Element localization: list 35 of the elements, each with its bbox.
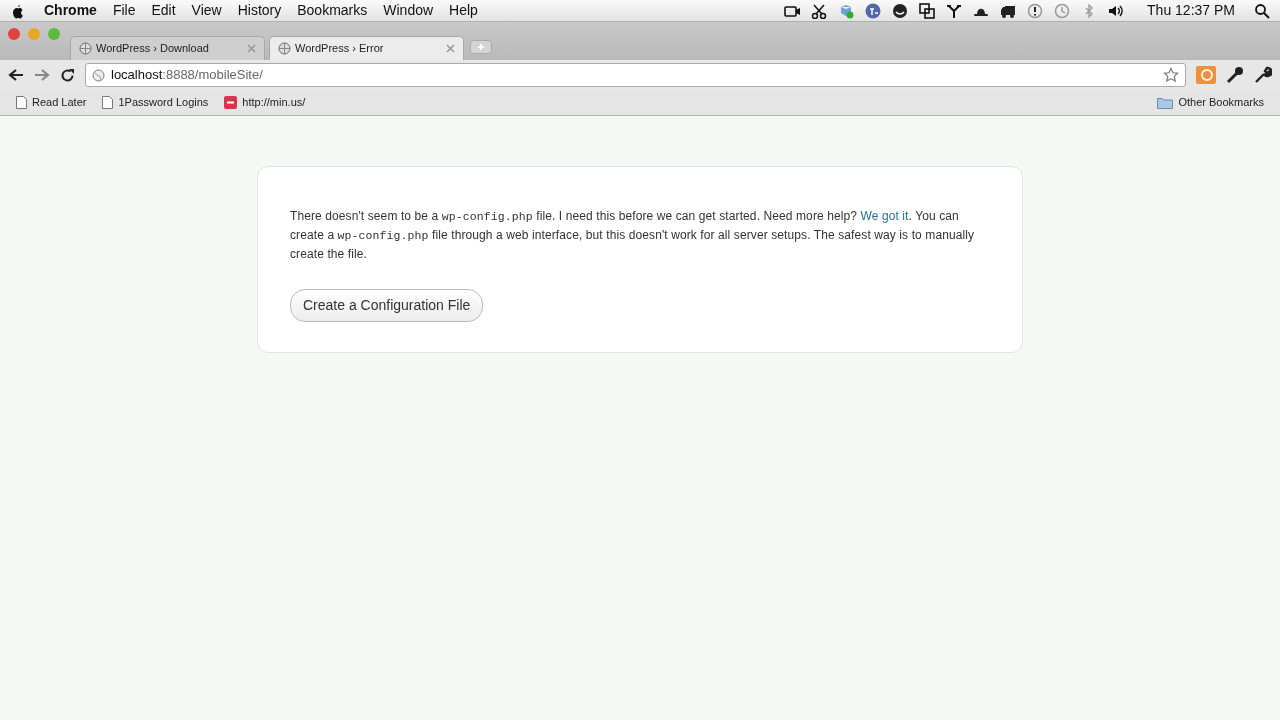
menu-item[interactable]: Help (441, 0, 486, 21)
error-message: There doesn't seem to be a wp-config.php file. I need this before we can get started. Need more help? We got it. You can create a wp-config.php file through a web interface, but this doesn't work for all server setups. The safest way is to manually create the file. (290, 208, 976, 263)
url-text: localhost:8888/mobileSite/ (111, 66, 263, 85)
back-arrow-icon[interactable] (8, 68, 24, 82)
scissors-icon[interactable] (811, 2, 828, 19)
address-bar[interactable]: localhost:8888/mobileSite/ (85, 63, 1186, 87)
browser-tab[interactable]: WordPress › Error (269, 36, 464, 60)
app-menu[interactable]: Chrome (36, 0, 105, 21)
alert-sync-icon[interactable] (1027, 2, 1044, 19)
forward-arrow-icon[interactable] (34, 68, 50, 82)
clock-text[interactable]: Thu 12:37 PM (1139, 0, 1243, 21)
minus-square-icon (224, 96, 238, 109)
menu-item[interactable]: Edit (143, 0, 184, 21)
tab-title: WordPress › Download (96, 41, 209, 57)
reload-icon[interactable] (60, 67, 75, 83)
bookmark-link[interactable]: http://min.us/ (216, 94, 314, 111)
menu-item[interactable]: Window (375, 0, 442, 21)
help-link[interactable]: We got it (860, 209, 909, 223)
menu-item[interactable]: File (104, 0, 144, 21)
bookmark-link[interactable]: 1Password Logins (94, 94, 217, 111)
page-icon (102, 96, 114, 109)
page-icon (16, 96, 27, 109)
browser-tab[interactable]: WordPress › Download (70, 36, 265, 60)
star-icon[interactable] (1163, 67, 1179, 83)
folder-icon (1157, 96, 1174, 109)
bookmark-link[interactable]: Read Later (8, 94, 95, 111)
search-icon[interactable] (1254, 2, 1270, 19)
create-config-button[interactable]: Create a Configuration File (290, 289, 484, 322)
key-icon[interactable] (1226, 66, 1244, 84)
menu-item[interactable]: Bookmarks (289, 0, 376, 21)
apple-logo-icon[interactable] (10, 2, 24, 19)
bookmark-folder[interactable]: Other Bookmarks (1149, 94, 1272, 111)
tab-title: WordPress › Error (295, 41, 384, 57)
menu-item[interactable]: View (183, 0, 230, 21)
menu-item[interactable]: History (229, 0, 290, 21)
